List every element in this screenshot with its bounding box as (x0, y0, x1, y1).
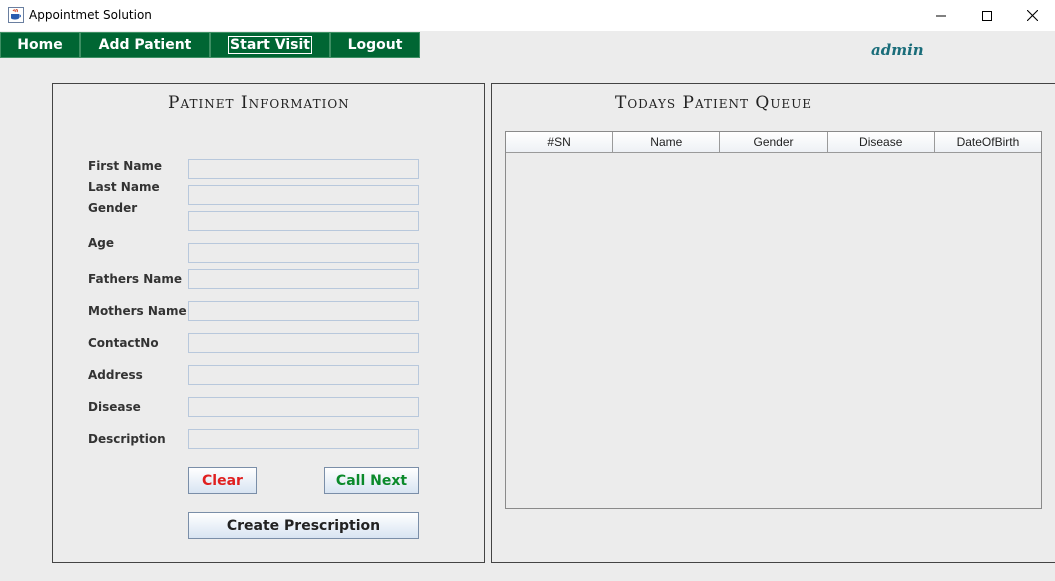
disease-label: Disease (88, 400, 141, 414)
close-button[interactable] (1009, 0, 1055, 31)
last-name-label: Last Name (88, 180, 160, 194)
nav-start-visit-label: Start Visit (228, 36, 312, 54)
title-bar: Appointmet Solution (0, 0, 1055, 31)
current-user-label: admin (871, 41, 924, 59)
java-cup-icon (8, 7, 24, 23)
patient-info-title: Patinet Information (168, 93, 350, 113)
window-title: Appointmet Solution (29, 8, 152, 22)
contact-no-field[interactable] (188, 333, 419, 353)
address-label: Address (88, 368, 143, 382)
close-icon (1026, 10, 1038, 21)
column-header-sn[interactable]: #SN (506, 132, 614, 152)
patient-queue-panel: Todays Patient Queue #SN Name Gender Dis… (491, 83, 1055, 563)
gender-field[interactable] (188, 211, 419, 231)
nav-add-patient-button[interactable]: Add Patient (80, 32, 210, 58)
nav-home-button[interactable]: Home (0, 32, 80, 58)
age-label: Age (88, 236, 115, 250)
column-header-date-of-birth[interactable]: DateOfBirth (935, 132, 1041, 152)
call-next-button[interactable]: Call Next (324, 467, 419, 494)
description-label: Description (88, 432, 166, 446)
column-header-gender[interactable]: Gender (720, 132, 828, 152)
age-field[interactable] (188, 243, 419, 263)
contact-no-label: ContactNo (88, 336, 159, 350)
fathers-name-label: Fathers Name (88, 272, 183, 286)
first-name-label: First Name (88, 159, 163, 173)
description-field[interactable] (188, 429, 419, 449)
minimize-button[interactable] (918, 0, 964, 31)
last-name-field[interactable] (188, 185, 419, 205)
column-header-disease[interactable]: Disease (828, 132, 935, 152)
clear-button[interactable]: Clear (188, 467, 257, 494)
patient-queue-title: Todays Patient Queue (615, 93, 813, 113)
maximize-icon (982, 10, 992, 21)
first-name-field[interactable] (188, 159, 419, 179)
nav-start-visit-button[interactable]: Start Visit (210, 32, 330, 58)
create-prescription-button[interactable]: Create Prescription (188, 512, 419, 539)
mothers-name-label: Mothers Name (88, 304, 187, 318)
gender-label: Gender (88, 201, 138, 215)
table-header: #SN Name Gender Disease DateOfBirth (506, 132, 1041, 153)
address-field[interactable] (188, 365, 419, 385)
disease-field[interactable] (188, 397, 419, 417)
patient-info-panel: Patinet Information First Name Last Name… (52, 83, 485, 563)
mothers-name-field[interactable] (188, 301, 419, 321)
minimize-icon (936, 15, 946, 16)
fathers-name-field[interactable] (188, 269, 419, 289)
nav-logout-button[interactable]: Logout (330, 32, 420, 58)
maximize-button[interactable] (964, 0, 1010, 31)
patient-queue-table[interactable]: #SN Name Gender Disease DateOfBirth (505, 131, 1042, 509)
column-header-name[interactable]: Name (613, 132, 721, 152)
